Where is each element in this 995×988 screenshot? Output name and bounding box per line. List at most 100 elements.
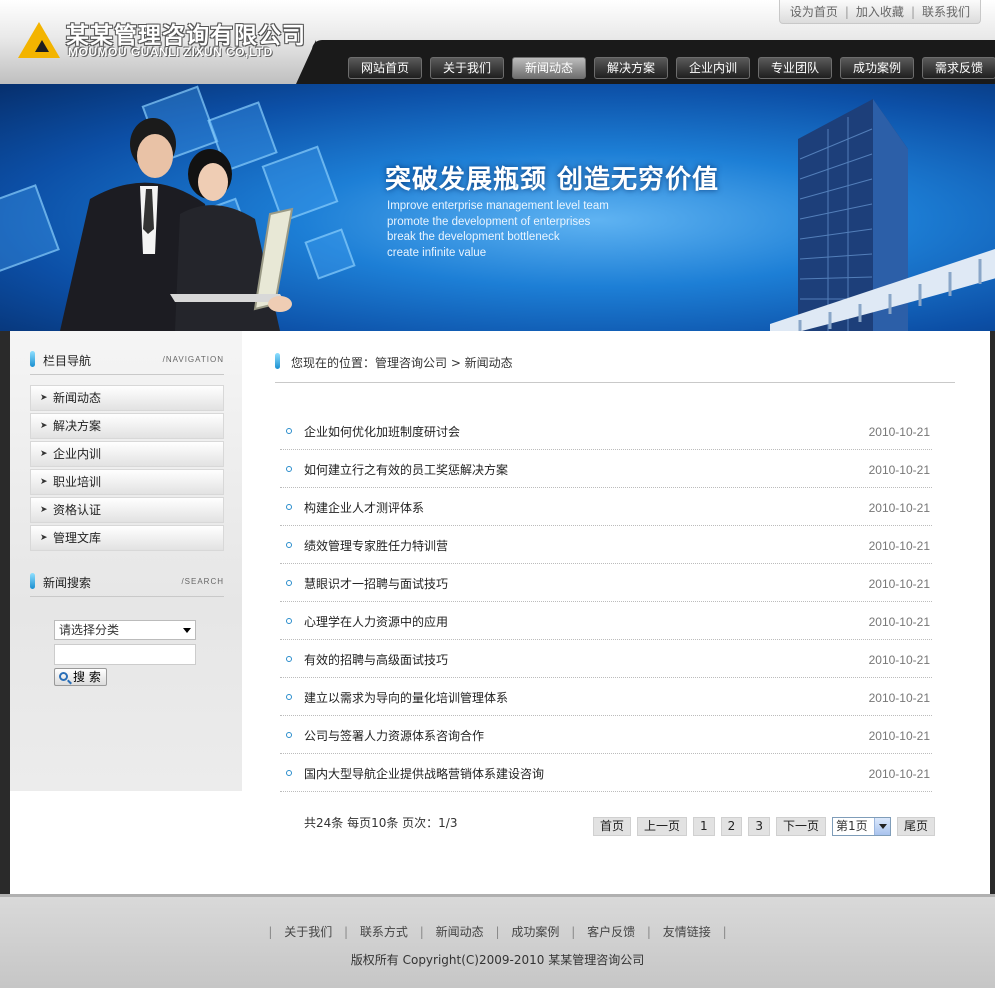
next-page-button[interactable]: 下一页 [775, 817, 826, 836]
footer-link-contact[interactable]: 联系方式 [360, 925, 408, 939]
sidebar-item-career[interactable]: ➤ 职业培训 [30, 469, 224, 495]
add-favorite-link[interactable]: 加入收藏 [856, 3, 904, 20]
bullet-icon [286, 466, 292, 472]
category-select-value: 请选择分类 [59, 623, 120, 637]
sidebar-item-label: 新闻动态 [53, 391, 102, 405]
news-title[interactable]: 建立以需求为导向的量化培训管理体系 [304, 689, 508, 706]
nav-feedback[interactable]: 需求反馈 [922, 57, 995, 79]
chevron-down-icon [873, 818, 890, 835]
business-people-image [60, 118, 294, 331]
footer-link-news[interactable]: 新闻动态 [436, 925, 484, 939]
header-bar-icon [30, 351, 35, 367]
news-title[interactable]: 公司与签署人力资源体系咨询合作 [304, 727, 484, 744]
news-title[interactable]: 构建企业人才测评体系 [304, 499, 424, 516]
nav-training[interactable]: 企业内训 [676, 57, 750, 79]
bullet-icon [286, 618, 292, 624]
category-select[interactable]: 请选择分类 [54, 620, 196, 640]
sidebar-item-solutions[interactable]: ➤ 解决方案 [30, 413, 224, 439]
prev-page-button[interactable]: 上一页 [637, 817, 688, 836]
page-2-button[interactable]: 2 [720, 817, 743, 836]
news-title[interactable]: 国内大型导航企业提供战略营销体系建设咨询 [304, 765, 544, 782]
news-date: 2010-10-21 [868, 463, 930, 477]
footer-link-feedback[interactable]: 客户反馈 [587, 925, 635, 939]
search-input[interactable] [54, 644, 196, 665]
chevron-down-icon [183, 628, 191, 633]
list-item[interactable]: 国内大型导航企业提供战略营销体系建设咨询 2010-10-21 [280, 754, 932, 792]
news-title[interactable]: 慧眼识才一招聘与面试技巧 [304, 575, 448, 592]
copyright: 版权所有 Copyright(C)2009-2010 某某管理咨询公司 [350, 953, 645, 967]
nav-cases[interactable]: 成功案例 [840, 57, 914, 79]
news-date: 2010-10-21 [868, 767, 930, 781]
separator: | [344, 925, 349, 939]
bullet-icon [286, 504, 292, 510]
search-button[interactable]: 搜 索 [54, 668, 107, 686]
news-title[interactable]: 如何建立行之有效的员工奖惩解决方案 [304, 461, 508, 478]
news-date: 2010-10-21 [868, 501, 930, 515]
nav-about[interactable]: 关于我们 [430, 57, 504, 79]
banner-subtitle: Improve enterprise management level team… [387, 199, 609, 261]
sidebar-menu: ➤ 新闻动态 ➤ 解决方案 ➤ 企业内训 ➤ 职业培训 ➤ 资格认证 ➤ 管理文… [30, 385, 224, 553]
separator: | [722, 925, 727, 939]
list-item[interactable]: 构建企业人才测评体系 2010-10-21 [280, 488, 932, 526]
nav-news[interactable]: 新闻动态 [512, 57, 586, 79]
bullet-icon [286, 770, 292, 776]
news-list: 企业如何优化加班制度研讨会 2010-10-21 如何建立行之有效的员工奖惩解决方… [280, 412, 932, 792]
footer-links: | 关于我们 | 联系方式 | 新闻动态 | 成功案例 | 客户反馈 | 友情链… [0, 923, 995, 940]
bullet-icon [286, 656, 292, 662]
sidebar-item-news[interactable]: ➤ 新闻动态 [30, 385, 224, 411]
last-page-button[interactable]: 尾页 [896, 817, 935, 836]
page-3-button[interactable]: 3 [748, 817, 770, 836]
footer-link-about[interactable]: 关于我们 [284, 925, 332, 939]
separator: | [495, 925, 500, 939]
list-item[interactable]: 慧眼识才一招聘与面试技巧 2010-10-21 [280, 564, 932, 602]
sidebar: 栏目导航 /NAVIGATION ➤ 新闻动态 ➤ 解决方案 ➤ 企业内训 ➤ … [10, 331, 242, 791]
main-nav: 网站首页 关于我们 新闻动态 解决方案 企业内训 专业团队 成功案例 需求反馈 [348, 57, 995, 79]
first-page-button[interactable]: 首页 [593, 817, 632, 836]
list-item[interactable]: 如何建立行之有效的员工奖惩解决方案 2010-10-21 [280, 450, 932, 488]
news-date: 2010-10-21 [868, 615, 930, 629]
list-item[interactable]: 心理学在人力资源中的应用 2010-10-21 [280, 602, 932, 640]
sidebar-item-certification[interactable]: ➤ 资格认证 [30, 497, 224, 523]
set-homepage-link[interactable]: 设为首页 [790, 3, 838, 20]
sidebar-nav-title: 栏目导航 [43, 354, 92, 368]
walkway-image [770, 249, 995, 331]
header-bar-icon [275, 353, 280, 369]
news-title[interactable]: 企业如何优化加班制度研讨会 [304, 423, 460, 440]
news-title[interactable]: 绩效管理专家胜任力特训营 [304, 537, 448, 554]
page-select[interactable]: 第1页 [831, 817, 891, 836]
banner-line: promote the development of enterprises [387, 215, 591, 228]
separator: | [571, 925, 576, 939]
list-item[interactable]: 建立以需求为导向的量化培训管理体系 2010-10-21 [280, 678, 932, 716]
chevron-right-icon: ➤ [40, 421, 48, 431]
content-area: 栏目导航 /NAVIGATION ➤ 新闻动态 ➤ 解决方案 ➤ 企业内训 ➤ … [10, 331, 990, 894]
contact-us-link[interactable]: 联系我们 [922, 3, 970, 20]
footer-link-friends[interactable]: 友情链接 [663, 925, 711, 939]
sidebar-search-title: 新闻搜索 [43, 576, 92, 590]
page-1-button[interactable]: 1 [693, 817, 715, 836]
list-item[interactable]: 公司与签署人力资源体系咨询合作 2010-10-21 [280, 716, 932, 754]
pagination: 首页 上一页 1 2 3 下一页 第1页 尾页 [593, 817, 935, 836]
hero-banner: 突破发展瓶颈 创造无穷价值 Improve enterprise managem… [0, 84, 995, 331]
separator: | [646, 925, 651, 939]
bullet-icon [286, 542, 292, 548]
footer-link-cases[interactable]: 成功案例 [511, 925, 559, 939]
news-title[interactable]: 心理学在人力资源中的应用 [304, 613, 448, 630]
search-icon [59, 672, 68, 681]
banner-line: create infinite value [387, 246, 487, 259]
nav-home[interactable]: 网站首页 [348, 57, 422, 79]
news-title[interactable]: 有效的招聘与高级面试技巧 [304, 651, 448, 668]
nav-team[interactable]: 专业团队 [758, 57, 832, 79]
sidebar-item-library[interactable]: ➤ 管理文库 [30, 525, 224, 551]
news-date: 2010-10-21 [868, 653, 930, 667]
sidebar-search-en: /SEARCH [181, 577, 224, 586]
chevron-right-icon: ➤ [40, 477, 48, 487]
nav-solutions[interactable]: 解决方案 [594, 57, 668, 79]
header-bar-icon [30, 573, 35, 589]
site-footer: | 关于我们 | 联系方式 | 新闻动态 | 成功案例 | 客户反馈 | 友情链… [0, 894, 995, 988]
list-item[interactable]: 企业如何优化加班制度研讨会 2010-10-21 [280, 412, 932, 450]
list-item[interactable]: 有效的招聘与高级面试技巧 2010-10-21 [280, 640, 932, 678]
sidebar-item-training[interactable]: ➤ 企业内训 [30, 441, 224, 467]
site-header: 某某管理咨询有限公司 MOUMOU GUANLI ZIXUN CO,LTD 设为… [0, 0, 995, 84]
sidebar-nav-header: 栏目导航 /NAVIGATION [30, 349, 224, 375]
list-item[interactable]: 绩效管理专家胜任力特训营 2010-10-21 [280, 526, 932, 564]
